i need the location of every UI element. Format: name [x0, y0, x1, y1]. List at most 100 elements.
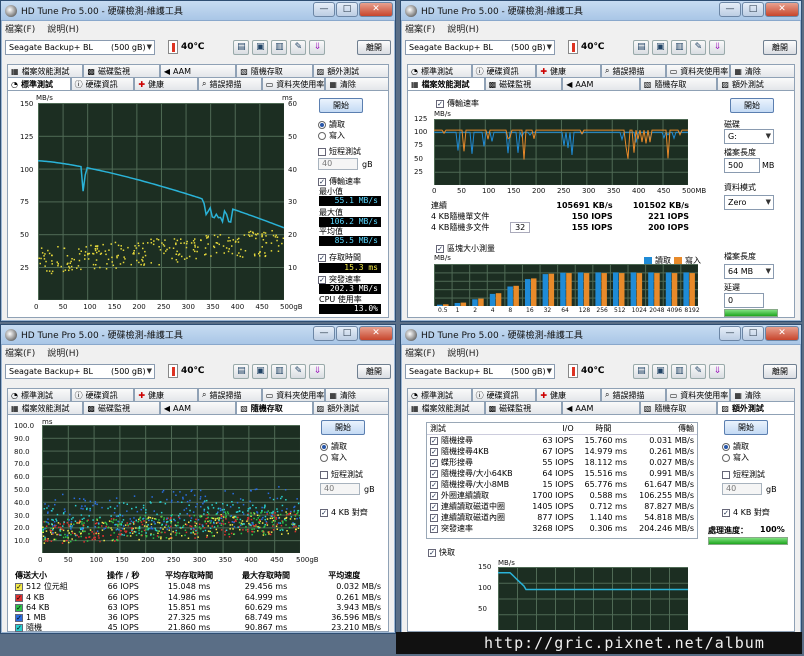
exit-button[interactable]: 離開: [357, 39, 391, 55]
tab-info[interactable]: ⓘ 硬碟資訊: [70, 388, 135, 401]
tab-disk-monitor[interactable]: ▩ 磁碟監視: [83, 64, 160, 77]
row-checkbox[interactable]: ✓: [15, 583, 23, 591]
write-option[interactable]: 寫入: [722, 452, 749, 463]
write-radio[interactable]: [318, 131, 326, 140]
copy-image-icon[interactable]: ▣: [652, 39, 669, 55]
short-test-checkbox[interactable]: [722, 470, 730, 479]
title-bar[interactable]: HD Tune Pro 5.00 - 硬碟檢測-維護工具 — □ ✕: [401, 1, 801, 21]
data-pattern-select[interactable]: Zero ▼: [724, 195, 774, 210]
align-4kb-option[interactable]: ✓ 4 KB 對齊: [722, 507, 770, 518]
row-checkbox[interactable]: ✓: [430, 448, 438, 456]
table-row[interactable]: ✓ 隨機搜尋4KB 67 IOPS 14.979 ms 0.261 MB/s: [427, 446, 697, 457]
tab-error-scan[interactable]: ⌕ 錯誤掃描: [601, 64, 666, 77]
tab-file-benchmark[interactable]: ▦ 檔案效能測試: [407, 77, 485, 90]
row-checkbox[interactable]: ✓: [430, 459, 438, 467]
tab-random-access[interactable]: ▧ 隨機存取: [639, 401, 718, 414]
row-checkbox[interactable]: ✓: [15, 624, 23, 632]
tab-erase[interactable]: ▦ 清除: [325, 388, 390, 401]
copy-text-icon[interactable]: ▤: [233, 363, 250, 379]
transfer-rate-checkbox[interactable]: ✓: [318, 177, 326, 186]
tab-aam[interactable]: ◀ AAM: [562, 401, 640, 414]
table-row[interactable]: ✓ 隨機搜尋/大小64KB 64 IOPS 15.516 ms 0.991 MB/s: [427, 468, 697, 479]
maximize-button[interactable]: □: [742, 326, 764, 341]
tab-extra-tests[interactable]: ▨ 額外測試: [717, 77, 795, 90]
menu-file[interactable]: 檔案(F): [405, 346, 435, 359]
tab-info[interactable]: ⓘ 硬碟資訊: [471, 388, 537, 401]
copy-text-icon[interactable]: ▤: [633, 363, 650, 379]
exit-button[interactable]: 離開: [763, 39, 797, 55]
tab-folder-usage[interactable]: ▭ 資料夾使用率: [665, 64, 731, 77]
save-icon[interactable]: ▥: [671, 39, 688, 55]
tab-aam[interactable]: ◀ AAM: [159, 64, 237, 77]
tab-aam[interactable]: ◀ AAM: [159, 401, 237, 414]
tab-random-access[interactable]: ▧ 隨機存取: [639, 77, 718, 90]
drive-select[interactable]: Seagate Backup+ BL (500 gB) ▼: [405, 39, 555, 55]
table-row[interactable]: ✓ 隨機搜尋/大小8MB 15 IOPS 65.776 ms 61.647 MB/s: [427, 479, 697, 490]
row-checkbox[interactable]: ✓: [15, 603, 23, 612]
tab-file-benchmark[interactable]: ▦ 檔案效能測試: [7, 64, 84, 77]
tab-error-scan[interactable]: ⌕ 錯誤掃描: [601, 388, 666, 401]
table-row[interactable]: ✓ 連續讀取磁道中圈 1405 IOPS 0.712 ms 87.827 MB/s: [427, 501, 697, 512]
queue-depth[interactable]: 32: [507, 222, 539, 233]
menu-file[interactable]: 檔案(F): [405, 22, 435, 35]
drive-letter-select[interactable]: G: ▼: [724, 129, 774, 144]
table-row[interactable]: ✓ 蝶形搜尋 55 IOPS 18.112 ms 0.027 MB/s: [427, 457, 697, 468]
write-option[interactable]: 寫入: [318, 130, 345, 141]
minimize-button[interactable]: —: [719, 2, 741, 17]
write-radio[interactable]: [722, 453, 730, 462]
copy-text-icon[interactable]: ▤: [633, 39, 650, 55]
tab-random-access[interactable]: ▧ 隨機存取: [236, 401, 313, 414]
tab-aam[interactable]: ◀ AAM: [562, 77, 640, 90]
row-checkbox[interactable]: ✓: [430, 437, 438, 445]
copy-image-icon[interactable]: ▣: [652, 363, 669, 379]
start-button[interactable]: 開始: [321, 420, 365, 435]
drive-select[interactable]: Seagate Backup+ BL (500 gB) ▼: [5, 39, 155, 55]
table-row[interactable]: ✓ 外圈連續讀取 1700 IOPS 0.588 ms 106.255 MB/s: [427, 490, 697, 501]
tab-extra-tests[interactable]: ▨ 額外測試: [312, 401, 390, 414]
tab-disk-monitor[interactable]: ▩ 磁碟監視: [484, 401, 563, 414]
short-test-size[interactable]: 40: [318, 158, 358, 170]
download-icon[interactable]: ⇓: [709, 39, 726, 55]
tab-health[interactable]: ✚ 健康: [536, 388, 602, 401]
tab-error-scan[interactable]: ⌕ 錯誤掃描: [198, 77, 262, 90]
start-button[interactable]: 開始: [319, 98, 363, 113]
tab-extra-tests[interactable]: ▨ 額外測試: [312, 64, 390, 77]
cache-checkbox[interactable]: ✓: [428, 548, 436, 557]
exit-button[interactable]: 離開: [763, 363, 797, 379]
tab-info[interactable]: ⓘ 硬碟資訊: [471, 64, 537, 77]
title-bar[interactable]: HD Tune Pro 5.00 - 硬碟檢測-維護工具 — □ ✕: [1, 325, 395, 345]
start-button[interactable]: 開始: [724, 420, 768, 435]
maximize-button[interactable]: □: [336, 2, 358, 17]
start-button[interactable]: 開始: [730, 98, 774, 113]
maximize-button[interactable]: □: [742, 2, 764, 17]
save-icon[interactable]: ▥: [271, 39, 288, 55]
short-test-size[interactable]: 40: [722, 483, 762, 495]
download-icon[interactable]: ⇓: [709, 363, 726, 379]
tab-health[interactable]: ✚ 健康: [134, 388, 199, 401]
download-icon[interactable]: ⇓: [309, 363, 326, 379]
minimize-button[interactable]: —: [719, 326, 741, 341]
short-test-size[interactable]: 40: [320, 483, 360, 495]
tab-health[interactable]: ✚ 健康: [134, 77, 199, 90]
write-radio[interactable]: [320, 453, 328, 462]
align-4kb-checkbox[interactable]: ✓: [320, 508, 328, 517]
read-option[interactable]: 讀取: [320, 441, 347, 452]
title-bar[interactable]: HD Tune Pro 5.00 - 硬碟檢測-維護工具 — □ ✕: [1, 1, 395, 21]
tab-erase[interactable]: ▦ 清除: [325, 77, 390, 90]
maximize-button[interactable]: □: [336, 326, 358, 341]
save-icon[interactable]: ▥: [271, 363, 288, 379]
row-checkbox[interactable]: ✓: [430, 492, 438, 500]
drive-select[interactable]: Seagate Backup+ BL (500 gB) ▼: [405, 363, 555, 379]
write-option[interactable]: 寫入: [320, 452, 347, 463]
transfer-rate-checkbox[interactable]: ✓: [436, 99, 444, 108]
row-checkbox[interactable]: ✓: [430, 470, 438, 478]
options-icon[interactable]: ✎: [690, 39, 707, 55]
close-button[interactable]: ✕: [765, 2, 799, 17]
copy-image-icon[interactable]: ▣: [252, 39, 269, 55]
row-checkbox[interactable]: ✓: [15, 593, 23, 602]
tab-disk-monitor[interactable]: ▩ 磁碟監視: [83, 401, 160, 414]
tab-random-access[interactable]: ▧ 隨機存取: [236, 64, 313, 77]
options-icon[interactable]: ✎: [290, 363, 307, 379]
short-test-option[interactable]: 短程測試: [722, 469, 765, 480]
read-radio[interactable]: [320, 442, 328, 451]
